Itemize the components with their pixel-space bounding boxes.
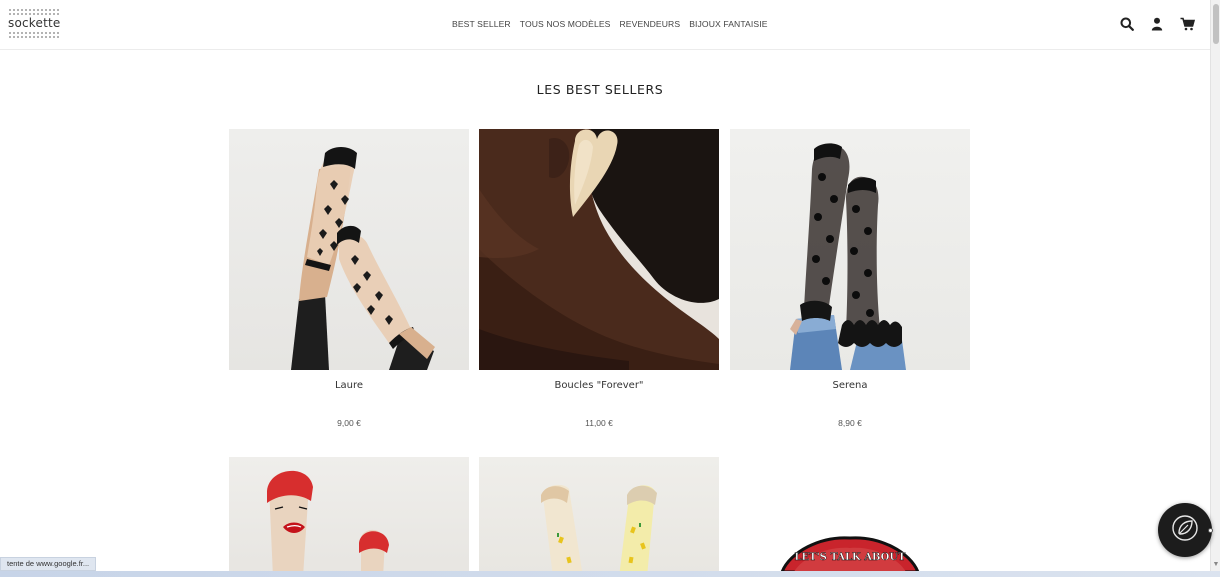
scrollbar-thumb[interactable] <box>1213 4 1219 44</box>
product-card-row2-1[interactable] <box>229 457 469 577</box>
leaf-icon <box>1172 514 1198 546</box>
section-title: LES BEST SELLERS <box>536 82 664 97</box>
product-name[interactable]: Boucles "Forever" <box>479 380 719 391</box>
product-image-row2-1[interactable] <box>229 457 469 577</box>
product-image-boucles-forever[interactable] <box>479 129 719 370</box>
eco-widget-button[interactable] <box>1158 503 1212 557</box>
product-price: 11,00 € <box>585 418 613 428</box>
site-header: sockette BEST SELLER TOUS NOS MODÈLES RE… <box>0 0 1210 50</box>
product-card-boucles-forever[interactable]: Boucles "Forever" 11,00 € <box>479 129 719 428</box>
browser-status-bar: tente de www.google.fr... <box>0 557 97 571</box>
product-image-laure[interactable] <box>229 129 469 370</box>
scrollbar[interactable]: ▼ <box>1210 0 1220 577</box>
main-nav: BEST SELLER TOUS NOS MODÈLES REVENDEURS … <box>452 19 777 29</box>
nav-revendeurs[interactable]: REVENDEURS <box>620 19 681 29</box>
logo[interactable]: sockette <box>8 8 68 42</box>
header-icons <box>1118 15 1196 33</box>
lets-talk-about-patch: LET'S TALK ABOUT <box>780 532 920 572</box>
logo-text: sockette <box>8 16 61 30</box>
patch-text: LET'S TALK ABOUT <box>795 552 907 563</box>
user-icon[interactable] <box>1148 15 1166 33</box>
nav-tous-nos-modeles[interactable]: TOUS NOS MODÈLES <box>520 19 611 29</box>
product-image-serena[interactable] <box>730 129 970 370</box>
nav-best-seller[interactable]: BEST SELLER <box>452 19 511 29</box>
product-image-row2-2[interactable] <box>479 457 719 577</box>
search-icon[interactable] <box>1118 15 1136 33</box>
nav-bijoux-fantaisie[interactable]: BIJOUX FANTAISIE <box>689 19 767 29</box>
cart-icon[interactable] <box>1178 15 1196 33</box>
product-card-serena[interactable]: Serena 8,90 € <box>730 129 970 428</box>
product-name[interactable]: Laure <box>229 380 469 391</box>
page: sockette BEST SELLER TOUS NOS MODÈLES RE… <box>0 0 1220 577</box>
logo-dots-bottom <box>8 31 60 40</box>
product-price: 8,90 € <box>838 418 862 428</box>
product-card-laure[interactable]: Laure 9,00 € <box>229 129 469 428</box>
scroll-down-arrow-icon[interactable]: ▼ <box>1212 561 1220 569</box>
widget-indicator-dot <box>1208 528 1213 533</box>
product-card-row2-2[interactable] <box>479 457 719 577</box>
product-name[interactable]: Serena <box>730 380 970 391</box>
taskbar-strip <box>0 571 1220 577</box>
product-price: 9,00 € <box>337 418 361 428</box>
